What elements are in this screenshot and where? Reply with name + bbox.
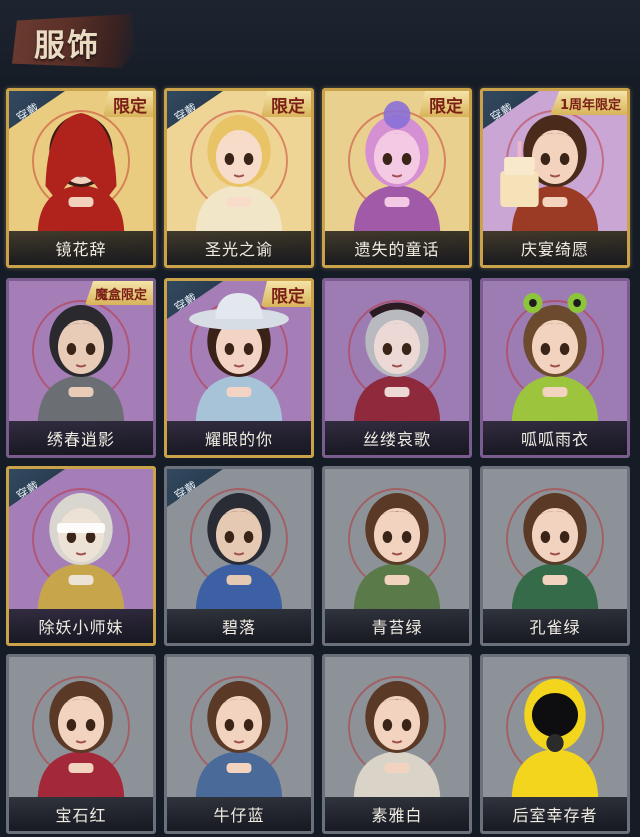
costume-name: 圣光之谕 bbox=[204, 240, 273, 259]
limited-tag: 限定 bbox=[103, 91, 153, 117]
limited-tag: 限定 bbox=[261, 91, 311, 117]
limited-tag: 1周年限定 bbox=[549, 91, 627, 115]
costume-name: 孔雀绿 bbox=[529, 618, 581, 637]
costume-name: 丝缕哀歌 bbox=[362, 430, 431, 449]
costume-portrait bbox=[167, 657, 311, 797]
costume-name-bar: 庆宴绮愿 bbox=[483, 231, 627, 265]
costume-name-bar: 素雅白 bbox=[325, 797, 469, 831]
costume-name-bar: 耀眼的你 bbox=[167, 421, 311, 455]
costume-portrait bbox=[325, 469, 469, 609]
costume-grid: 穿戴 限定 镜花辞 穿戴 限定 圣光之谕 限定 遗失的童话 穿戴 1周年限定 庆… bbox=[6, 88, 636, 837]
costume-name-bar: 丝缕哀歌 bbox=[325, 421, 469, 455]
costume-name: 牛仔蓝 bbox=[213, 806, 265, 825]
costume-portrait bbox=[325, 281, 469, 421]
costume-card[interactable]: 穿戴 限定 镜花辞 bbox=[6, 88, 156, 268]
costume-name: 镜花辞 bbox=[55, 240, 107, 259]
costume-card[interactable]: 素雅白 bbox=[322, 654, 472, 834]
costume-portrait bbox=[483, 281, 627, 421]
costume-name: 绣春逍影 bbox=[46, 430, 115, 449]
costume-portrait bbox=[325, 657, 469, 797]
costume-card[interactable]: 呱呱雨衣 bbox=[480, 278, 630, 458]
costume-name-bar: 遗失的童话 bbox=[325, 231, 469, 265]
costume-card[interactable]: 限定遗失的童话 bbox=[322, 88, 472, 268]
costume-card[interactable]: 穿戴 限定 圣光之谕 bbox=[164, 88, 314, 268]
page-title: 服饰 bbox=[34, 28, 100, 64]
costume-card[interactable]: 孔雀绿 bbox=[480, 466, 630, 646]
costume-name-bar: 后室幸存者 bbox=[483, 797, 627, 831]
costume-name: 青苔绿 bbox=[371, 618, 423, 637]
header-bar: 服饰 bbox=[0, 0, 640, 80]
costume-card[interactable]: 穿戴 碧落 bbox=[164, 466, 314, 646]
costume-card[interactable]: 后室幸存者 bbox=[480, 654, 630, 834]
costume-card[interactable]: 穿戴 除妖小师妹 bbox=[6, 466, 156, 646]
costume-card[interactable]: 宝石红 bbox=[6, 654, 156, 834]
costume-portrait bbox=[483, 657, 627, 797]
costume-card[interactable]: 穿戴 限定 耀眼的你 bbox=[164, 278, 314, 458]
costume-name: 素雅白 bbox=[371, 806, 423, 825]
costume-name-bar: 镜花辞 bbox=[9, 231, 153, 265]
costume-name: 碧落 bbox=[221, 618, 256, 637]
costume-name: 呱呱雨衣 bbox=[520, 430, 589, 449]
costume-name: 宝石红 bbox=[55, 806, 107, 825]
costume-card[interactable]: 穿戴 1周年限定 庆宴绮愿 bbox=[480, 88, 630, 268]
limited-tag: 限定 bbox=[261, 281, 311, 307]
costume-name-bar: 孔雀绿 bbox=[483, 609, 627, 643]
costume-card[interactable]: 牛仔蓝 bbox=[164, 654, 314, 834]
costume-name: 庆宴绮愿 bbox=[520, 240, 589, 259]
costume-name-bar: 青苔绿 bbox=[325, 609, 469, 643]
costume-name: 除妖小师妹 bbox=[38, 618, 124, 637]
costume-name-bar: 呱呱雨衣 bbox=[483, 421, 627, 455]
costume-card[interactable]: 青苔绿 bbox=[322, 466, 472, 646]
costume-portrait bbox=[9, 657, 153, 797]
costume-name-bar: 宝石红 bbox=[9, 797, 153, 831]
costume-name-bar: 除妖小师妹 bbox=[9, 609, 153, 643]
limited-tag: 限定 bbox=[419, 91, 469, 117]
costume-name-bar: 绣春逍影 bbox=[9, 421, 153, 455]
costume-name-bar: 圣光之谕 bbox=[167, 231, 311, 265]
costume-name-bar: 碧落 bbox=[167, 609, 311, 643]
costume-name: 后室幸存者 bbox=[512, 806, 598, 825]
limited-tag: 魔盒限定 bbox=[84, 281, 153, 305]
costume-name: 耀眼的你 bbox=[204, 430, 273, 449]
costume-name-bar: 牛仔蓝 bbox=[167, 797, 311, 831]
costume-portrait bbox=[483, 469, 627, 609]
costume-card[interactable]: 魔盒限定绣春逍影 bbox=[6, 278, 156, 458]
costume-card[interactable]: 丝缕哀歌 bbox=[322, 278, 472, 458]
costume-name: 遗失的童话 bbox=[354, 240, 440, 259]
